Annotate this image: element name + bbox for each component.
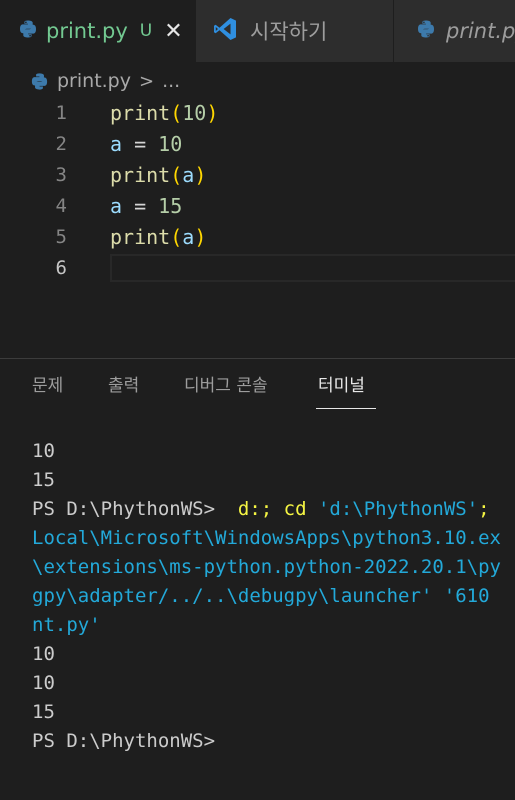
tab-problems[interactable]: 문제	[32, 362, 63, 410]
line-number: 2	[55, 133, 67, 155]
breadcrumb-symbols[interactable]: ...	[162, 70, 180, 92]
terminal-line: PS D:\PhythonWS>	[32, 727, 515, 756]
panel-tab-bar: 문제 출력 디버그 콘솔 터미널	[0, 362, 515, 412]
tab-print-py-active[interactable]: print.py U ✕	[0, 0, 196, 62]
terminal-text: ;	[478, 498, 502, 520]
code-token: print	[110, 225, 171, 249]
code-token: a	[182, 225, 195, 249]
untracked-badge: U	[139, 21, 153, 41]
terminal-line: 10	[32, 437, 515, 466]
code-line[interactable]: 2 a = 10	[0, 129, 515, 160]
code-line[interactable]: 6	[0, 253, 515, 284]
code-token: print	[110, 163, 171, 187]
terminal-line: gpy\adapter/../..\debugpy\launcher' '610	[32, 582, 515, 611]
python-icon	[416, 19, 436, 43]
terminal-output[interactable]: 10 15 PS D:\PhythonWS> d:; cd 'd:\PhythonW…	[32, 437, 515, 756]
terminal-text: 15	[32, 701, 55, 723]
terminal-line: 15	[32, 698, 515, 727]
current-line-highlight	[110, 254, 515, 282]
terminal-line: 10	[32, 640, 515, 669]
terminal-text: 10	[32, 440, 55, 462]
code-text: a = 15	[110, 191, 182, 222]
code-line[interactable]: 1 print(10)	[0, 98, 515, 129]
code-token: a	[110, 194, 123, 218]
terminal-text: 15	[32, 469, 55, 491]
python-icon	[18, 19, 38, 43]
close-tab-button[interactable]: ✕	[164, 19, 182, 44]
terminal-text: d:; cd	[237, 498, 318, 520]
line-number: 5	[55, 226, 67, 248]
line-number: 4	[55, 195, 67, 217]
terminal-text: PS D:\PhythonWS>	[32, 498, 238, 520]
terminal-line: PS D:\PhythonWS> d:; cd 'd:\PhythonWS';	[32, 495, 515, 524]
terminal-line: nt.py'	[32, 611, 515, 640]
code-token: )	[194, 163, 207, 187]
tab-label: 시작하기	[250, 20, 328, 44]
tab-debug-console[interactable]: 디버그 콘솔	[184, 362, 268, 410]
terminal-text: 'd:\PhythonWS'	[317, 498, 479, 520]
tab-label: print.py	[446, 19, 515, 43]
terminal-text: 10	[32, 672, 55, 694]
terminal-text: PS D:\PhythonWS>	[32, 730, 216, 752]
panel-divider[interactable]	[0, 358, 515, 359]
code-token: a	[182, 163, 195, 187]
terminal-text: nt.py'	[32, 614, 101, 636]
code-text: print(a)	[110, 222, 206, 253]
code-token: =	[122, 132, 159, 156]
tab-getting-started[interactable]: 시작하기	[196, 0, 394, 62]
code-token: print	[110, 101, 171, 125]
code-text: print(a)	[110, 160, 206, 191]
breadcrumb-file[interactable]: print.py	[57, 70, 131, 92]
code-text: a = 10	[110, 129, 182, 160]
code-token: (	[170, 101, 183, 125]
code-token: (	[170, 225, 183, 249]
code-line[interactable]: 4 a = 15	[0, 191, 515, 222]
code-token: a	[110, 132, 123, 156]
code-token: (	[170, 163, 183, 187]
code-editor[interactable]: 1 print(10) 2 a = 10 3 print(a) 4 a = 15 5 print(…	[0, 98, 515, 298]
code-line[interactable]: 5 print(a)	[0, 222, 515, 253]
terminal-line: Local\Microsoft\WindowsApps\python3.10.e…	[32, 524, 515, 553]
active-tab-indicator	[316, 408, 376, 409]
terminal-line: \extensions\ms-python.python-2022.20.1\p…	[32, 553, 515, 582]
terminal-text: 10	[32, 643, 55, 665]
code-line[interactable]: 3 print(a)	[0, 160, 515, 191]
code-token: )	[194, 225, 207, 249]
code-token: 15	[158, 194, 183, 218]
terminal-text: Local\Microsoft\WindowsApps\python3.10.e…	[32, 527, 501, 549]
tab-print-py-preview[interactable]: print.py	[394, 0, 515, 62]
line-number: 6	[55, 257, 67, 279]
chevron-right-icon: >	[139, 70, 155, 92]
line-number: 3	[55, 164, 67, 186]
tab-terminal[interactable]: 터미널	[318, 362, 365, 410]
terminal-text: \extensions\ms-python.python-2022.20.1\p…	[32, 556, 501, 578]
line-number: 1	[55, 102, 67, 124]
breadcrumb: print.py > ...	[30, 66, 180, 96]
terminal-line: 15	[32, 466, 515, 495]
editor-tab-bar: print.py U ✕ 시작하기 print.py	[0, 0, 515, 62]
tab-output[interactable]: 출력	[108, 362, 139, 410]
tab-label: print.py	[46, 19, 128, 43]
terminal-text: gpy\adapter/../..\debugpy\launcher' '610	[32, 585, 490, 607]
code-text: print(10)	[110, 98, 218, 129]
python-icon	[30, 72, 49, 91]
code-token: )	[206, 101, 219, 125]
code-token: 10	[182, 101, 207, 125]
code-token: =	[122, 194, 159, 218]
code-token: 10	[158, 132, 183, 156]
vscode-icon	[212, 16, 238, 46]
terminal-line: 10	[32, 669, 515, 698]
